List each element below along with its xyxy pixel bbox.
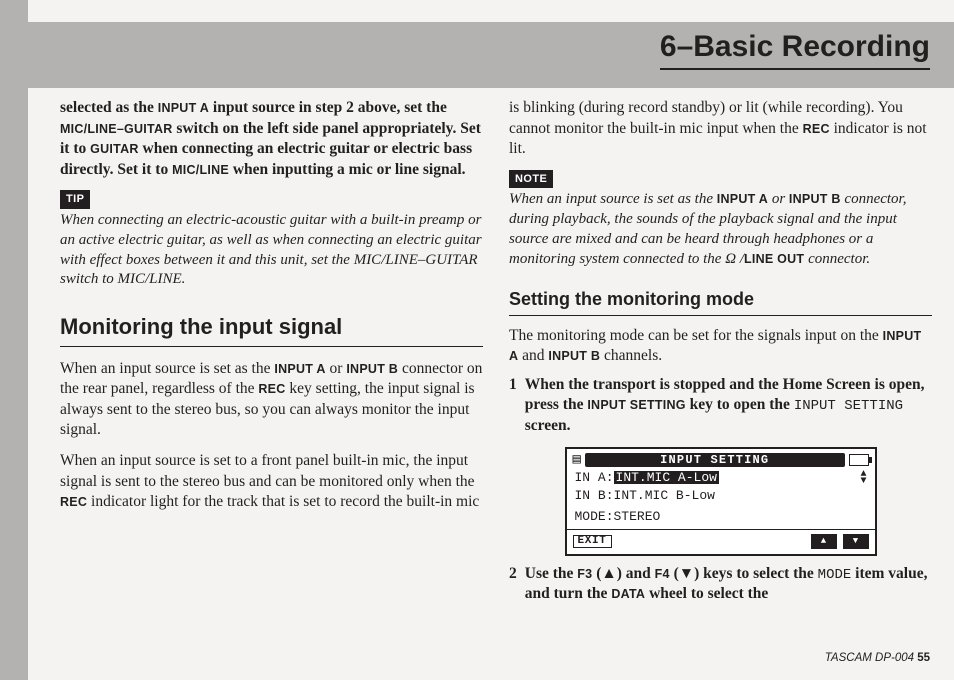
text: (▼) keys to select the — [670, 565, 818, 582]
lcd-screenshot: ▤ INPUT SETTING IN A:INT.MIC A-Low ▲▼ IN… — [565, 447, 877, 556]
text: wheel to select the — [645, 585, 768, 602]
text: or — [768, 191, 789, 207]
note-text: When an input source is set as the INPUT… — [509, 190, 932, 269]
step-body: When the transport is stopped and the Ho… — [525, 375, 932, 437]
step-1: 1 When the transport is stopped and the … — [509, 375, 932, 437]
left-column: selected as the INPUT A input source in … — [60, 98, 483, 646]
input-a-label: INPUT A — [158, 101, 209, 115]
section-heading-monitoring: Monitoring the input signal — [60, 312, 483, 346]
text: key to open the — [686, 396, 794, 413]
lcd-line-b: IN B:INT.MIC B-Low — [567, 487, 875, 504]
note-badge: NOTE — [509, 170, 553, 189]
text: When an input source is set to a front p… — [60, 452, 475, 490]
omega-icon: Ω / — [725, 251, 744, 267]
monitoring-para-1: When an input source is set as the INPUT… — [60, 359, 483, 441]
footer-text: TASCAM DP-004 — [825, 652, 917, 664]
input-a-label: INPUT A — [274, 362, 325, 376]
up-softkey-icon: ▲ — [811, 534, 837, 549]
mode-para: The monitoring mode can be set for the s… — [509, 326, 932, 367]
monitoring-para-2: When an input source is set to a front p… — [60, 451, 483, 513]
text: channels. — [600, 347, 662, 364]
switch-label: MIC/LINE–GUITAR — [60, 122, 173, 136]
lcd-title-row: ▤ INPUT SETTING — [567, 449, 875, 469]
input-b-label: INPUT B — [789, 192, 841, 206]
text: selected as the — [60, 99, 158, 116]
lcd-line-mode: MODE:STEREO — [567, 504, 875, 525]
screen-name: INPUT SETTING — [794, 398, 903, 414]
input-b-label: INPUT B — [548, 349, 600, 363]
input-a-label: INPUT A — [717, 192, 768, 206]
input-setting-key: INPUT SETTING — [587, 398, 685, 412]
page-footer: TASCAM DP-004 55 — [825, 652, 930, 664]
tip-text: When connecting an electric-acoustic gui… — [60, 211, 483, 290]
down-softkey-icon: ▼ — [843, 534, 869, 549]
page-number: 55 — [917, 652, 930, 664]
f4-key: F4 — [655, 567, 670, 581]
value: INT.MIC A-Low — [614, 471, 719, 484]
lcd-line-a: IN A:INT.MIC A-Low ▲▼ — [567, 469, 875, 487]
step-number: 1 — [509, 375, 517, 437]
exit-softkey: EXIT — [573, 535, 612, 548]
guitar-label: GUITAR — [90, 142, 139, 156]
mode-value: MODE:STEREO — [575, 510, 661, 523]
label: IN B: — [575, 489, 614, 502]
text: or — [326, 360, 347, 377]
battery-icon — [849, 454, 869, 466]
left-margin-strip — [0, 0, 28, 680]
rec-label: REC — [258, 382, 285, 396]
text: Use the — [525, 565, 578, 582]
text: when inputting a mic or line signal. — [229, 161, 466, 178]
f3-key: F3 — [577, 567, 592, 581]
rec-label: REC — [60, 495, 87, 509]
header-bar: 6–Basic Recording — [28, 22, 954, 88]
step-body: Use the F3 (▲) and F4 (▼) keys to select… — [525, 564, 932, 605]
text: When an input source is set as the — [509, 191, 717, 207]
text: input source in step 2 above, set the — [209, 99, 447, 116]
micline-label: MIC/LINE — [172, 163, 229, 177]
lcd-softkeys: EXIT ▲ ▼ — [567, 529, 875, 554]
data-wheel: DATA — [611, 587, 645, 601]
text: (▲) and — [592, 565, 654, 582]
label: IN A: — [575, 471, 614, 484]
right-column: is blinking (during record standby) or l… — [509, 98, 932, 646]
mode-item: MODE — [818, 567, 852, 583]
lineout-label: LINE OUT — [744, 252, 804, 266]
subsection-heading-mode: Setting the monitoring mode — [509, 288, 932, 316]
step-number: 2 — [509, 564, 517, 605]
text: The monitoring mode can be set for the s… — [509, 327, 883, 344]
menu-icon: ▤ — [573, 453, 581, 467]
value: INT.MIC B-Low — [614, 489, 715, 502]
text: screen. — [525, 417, 571, 434]
text: connector. — [804, 251, 870, 267]
rec-label: REC — [803, 122, 830, 136]
chapter-title: 6–Basic Recording — [660, 30, 930, 70]
tip-badge: TIP — [60, 190, 90, 209]
intro-paragraph: selected as the INPUT A input source in … — [60, 98, 483, 180]
updown-icon: ▲▼ — [860, 471, 866, 485]
text: When an input source is set as the — [60, 360, 274, 377]
input-b-label: INPUT B — [346, 362, 398, 376]
lcd-title: INPUT SETTING — [585, 453, 845, 467]
continuation-para: is blinking (during record standby) or l… — [509, 98, 932, 160]
content-area: selected as the INPUT A input source in … — [60, 98, 932, 646]
step-2: 2 Use the F3 (▲) and F4 (▼) keys to sele… — [509, 564, 932, 605]
text: and — [518, 347, 548, 364]
text: indicator light for the track that is se… — [87, 493, 479, 510]
